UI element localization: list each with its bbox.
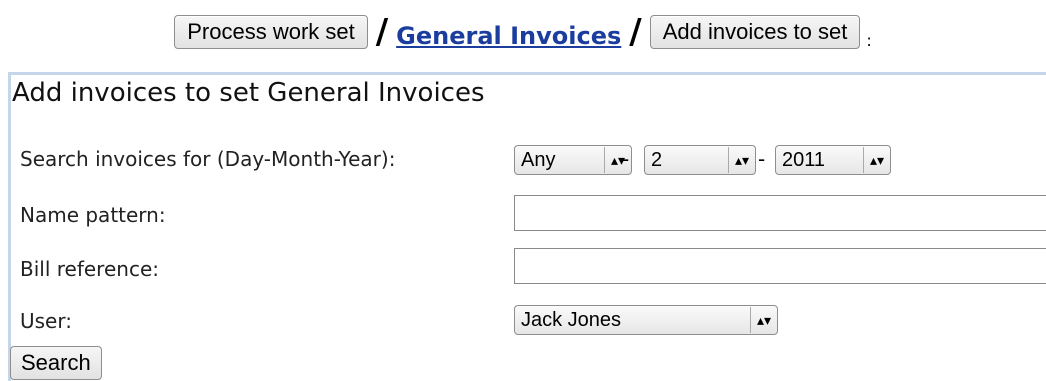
bill-reference-input[interactable] [514, 248, 1046, 284]
day-select-value: Any [521, 149, 556, 171]
page-title: Add invoices to set General Invoices [12, 78, 485, 108]
month-select[interactable]: 2 ▴▾ [644, 145, 756, 175]
year-select-value: 2011 [782, 149, 826, 171]
add-invoices-to-set-button[interactable]: Add invoices to set [649, 15, 861, 49]
user-select-value: Jack Jones [521, 309, 622, 331]
year-select[interactable]: 2011 ▴▾ [775, 145, 891, 175]
month-select-value: 2 [651, 149, 663, 171]
user-label: User: [20, 309, 72, 333]
select-arrows-icon: ▴▾ [749, 307, 771, 333]
date-dash: - [622, 147, 630, 171]
user-select[interactable]: Jack Jones ▴▾ [514, 305, 778, 335]
general-invoices-link[interactable]: General Invoices [396, 22, 621, 50]
day-select[interactable]: Any ▴▾ [514, 145, 632, 175]
select-arrows-icon: ▴▾ [862, 147, 884, 173]
name-pattern-label: Name pattern: [20, 203, 166, 227]
search-button[interactable]: Search [10, 346, 102, 380]
breadcrumb: Process work set / General Invoices / Ad… [0, 0, 1046, 64]
date-label: Search invoices for (Day-Month-Year): [20, 147, 396, 171]
bill-reference-label: Bill reference: [20, 257, 159, 281]
select-arrows-icon: ▴▾ [727, 147, 749, 173]
process-work-set-button[interactable]: Process work set [174, 15, 368, 49]
breadcrumb-colon: : [866, 30, 872, 50]
breadcrumb-separator: / [375, 12, 389, 52]
date-dash: - [758, 147, 766, 171]
breadcrumb-separator: / [629, 12, 642, 52]
name-pattern-input[interactable] [514, 195, 1046, 231]
